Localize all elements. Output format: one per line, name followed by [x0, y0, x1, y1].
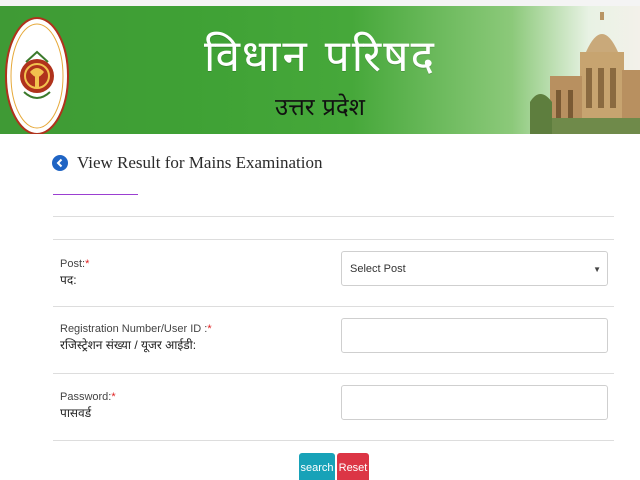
- page-title: View Result for Mains Examination: [77, 153, 323, 172]
- required-mark: *: [85, 258, 90, 270]
- required-mark: *: [207, 323, 212, 335]
- post-label-group: Post:* पद:: [60, 256, 89, 288]
- header-banner: विधान परिषद उत्तर प्रदेश: [0, 6, 640, 134]
- password-label-hindi: पासवर्ड: [60, 406, 92, 420]
- back-arrow-circle-icon[interactable]: [52, 155, 68, 171]
- heading-underline: [53, 194, 138, 195]
- chevron-down-icon: ▼: [593, 265, 601, 274]
- password-label: Password:: [60, 391, 112, 403]
- password-label-group: Password:* पासवर्ड: [60, 389, 116, 421]
- post-select-value: Select Post: [350, 262, 406, 275]
- divider: [53, 373, 614, 374]
- divider: [53, 239, 614, 240]
- search-button[interactable]: search: [299, 453, 335, 480]
- post-label-hindi: पद:: [60, 273, 77, 287]
- vidhan-bhawan-building-image: [530, 12, 640, 134]
- password-input[interactable]: [341, 385, 608, 420]
- post-label: Post:: [60, 258, 86, 270]
- registration-number-input[interactable]: [341, 318, 608, 353]
- registration-label: Registration Number/User ID :: [60, 323, 208, 335]
- divider: [53, 440, 614, 441]
- required-mark: *: [111, 391, 116, 403]
- post-select[interactable]: Select Post ▼: [341, 251, 608, 286]
- divider: [53, 306, 614, 307]
- registration-label-hindi: रजिस्ट्रेशन संख्या / यूजर आईडी:: [60, 338, 197, 352]
- registration-label-group: Registration Number/User ID :* रजिस्ट्रे…: [60, 321, 212, 353]
- divider: [53, 216, 614, 217]
- page-heading: View Result for Mains Examination: [52, 151, 322, 175]
- reset-button[interactable]: Reset: [337, 453, 369, 480]
